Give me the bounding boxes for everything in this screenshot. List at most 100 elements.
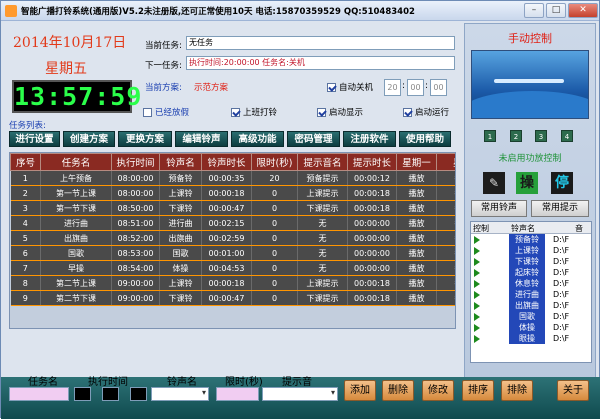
table-cell: 播放 (436, 230, 455, 246)
col-header[interactable]: 铃声名 (159, 153, 202, 171)
checkbox-box[interactable] (403, 107, 412, 117)
chevron-down-icon: ▾ (330, 388, 335, 397)
play-arrow-icon[interactable] (474, 324, 480, 332)
table-cell: 下课提示 (297, 290, 348, 306)
checkbox-box[interactable] (231, 107, 240, 117)
table-row[interactable]: 7早操08:54:00体操00:04:530无00:00:00播放播放 (10, 260, 455, 276)
list-item[interactable]: 下课铃 D:\F (471, 256, 591, 267)
shutdown-hour[interactable]: 20 (384, 79, 401, 96)
table-row[interactable]: 2 第一节上课 08:00:00 上课铃 00:00:18 0 上课提示 00:00:18 播放… (10, 185, 455, 201)
zone-indicator-1[interactable]: 1 (484, 130, 496, 142)
minute-input[interactable] (102, 387, 119, 401)
play-arrow-icon[interactable] (474, 269, 480, 277)
col-header[interactable]: 提示音名 (297, 153, 348, 171)
list-item[interactable]: 起床铃 D:\F (471, 267, 591, 278)
work-bell-checkbox[interactable]: 上班打铃 (231, 106, 277, 118)
task-name-input[interactable] (9, 387, 69, 401)
list-item[interactable]: 出旗曲 D:\F (471, 300, 591, 311)
common-bells-button[interactable]: 常用铃声 (471, 200, 527, 217)
help-button[interactable]: 使用帮助 (399, 131, 451, 147)
play-arrow-icon[interactable] (474, 313, 480, 321)
password-button[interactable]: 密码管理 (287, 131, 340, 147)
window-title: 智能广播打铃系统(通用版)V5.2未注册版,还可正常使用10天 电话:15870… (21, 7, 415, 17)
play-button[interactable]: 操 (516, 172, 538, 194)
table-cell: 第一节上课 (40, 185, 112, 201)
play-arrow-icon[interactable] (474, 247, 480, 255)
col-header[interactable]: 执行时间 (111, 153, 160, 171)
modify-button[interactable]: 修改 (422, 380, 454, 401)
table-cell: 08:00:00 (111, 185, 160, 201)
start-display-checkbox[interactable]: 启动显示 (317, 106, 363, 118)
edit-bells-button[interactable]: 编辑铃声 (175, 131, 228, 147)
list-item[interactable]: 眼操 D:\F (471, 333, 591, 344)
checkbox-box[interactable] (317, 107, 326, 117)
hour-input[interactable] (74, 387, 91, 401)
stop-button[interactable]: 停 (551, 172, 573, 194)
zone-indicator-4[interactable]: 4 (561, 130, 573, 142)
prompt-select[interactable]: ▾ (262, 387, 338, 401)
list-item[interactable]: 预备铃 D:\F (471, 234, 591, 245)
col-header[interactable]: 任务名 (40, 153, 112, 171)
zone-indicator-2[interactable]: 2 (510, 130, 522, 142)
zone-indicator-3[interactable]: 3 (535, 130, 547, 142)
common-prompts-button[interactable]: 常用提示 (531, 200, 589, 217)
list-header-name[interactable]: 铃声名 (511, 223, 535, 234)
col-header[interactable]: 提示时长 (347, 153, 397, 171)
col-header[interactable]: 星期 (436, 153, 455, 171)
table-row[interactable]: 3 第一节下课 08:50:00 下课铃 00:00:47 0 下课提示 00:00:18 播放… (10, 200, 455, 216)
checkbox-box[interactable] (143, 107, 152, 117)
limit-input[interactable] (216, 387, 259, 401)
add-button[interactable]: 添加 (344, 380, 376, 401)
register-button[interactable]: 注册软件 (343, 131, 396, 147)
second-input[interactable] (130, 387, 147, 401)
change-scheme-button[interactable]: 更换方案 (118, 131, 172, 147)
play-arrow-icon[interactable] (474, 335, 480, 343)
start-run-checkbox[interactable]: 启动运行 (403, 106, 449, 118)
table-row[interactable]: 4进行曲08:51:00进行曲00:02:150无00:00:00播放播放 (10, 215, 455, 231)
list-item[interactable]: 休息铃 D:\F (471, 278, 591, 289)
checkbox-box[interactable] (327, 82, 336, 92)
close-button[interactable]: ✕ (568, 3, 598, 18)
shutdown-minute[interactable]: 00 (407, 79, 424, 96)
play-arrow-icon[interactable] (474, 291, 480, 299)
settings-button[interactable]: 进行设置 (9, 131, 60, 147)
pen-icon[interactable]: ✎ (483, 172, 505, 194)
play-arrow-icon[interactable] (474, 280, 480, 288)
col-header[interactable]: 铃声时长 (201, 153, 252, 171)
create-scheme-button[interactable]: 创建方案 (63, 131, 115, 147)
list-header-path[interactable]: 音 (575, 223, 583, 234)
play-arrow-icon[interactable] (474, 258, 480, 266)
bell-name-select[interactable]: ▾ (151, 387, 209, 401)
table-row[interactable]: 1 上午预备 08:00:00 预备铃 00:00:35 20 预备提示 00:00:12 播放… (10, 170, 455, 186)
col-header[interactable]: 限时(秒) (251, 153, 298, 171)
advanced-button[interactable]: 高级功能 (231, 131, 284, 147)
list-item[interactable]: 国歌 D:\F (471, 311, 591, 322)
holiday-checkbox[interactable]: 已经放假 (143, 106, 189, 118)
list-header-control[interactable]: 控制 (473, 223, 489, 234)
delete-button[interactable]: 删除 (382, 380, 414, 401)
auto-shutdown-checkbox[interactable]: 自动关机 (327, 81, 373, 93)
bell-item-name: 休息铃 (509, 278, 545, 289)
title-bar[interactable]: 智能广播打铃系统(通用版)V5.2未注册版,还可正常使用10天 电话:15870… (1, 1, 599, 21)
list-item[interactable]: 体操 D:\F (471, 322, 591, 333)
maximize-button[interactable]: □ (546, 3, 566, 18)
about-button[interactable]: 关于 (557, 380, 589, 401)
table-cell: 00:00:18 (201, 185, 252, 201)
list-item[interactable]: 上课铃 D:\F (471, 245, 591, 256)
shutdown-second[interactable]: 00 (430, 79, 447, 96)
table-row[interactable]: 9 第二节下课 09:00:00 下课铃 00:00:47 0 下课提示 00:00:18 播放… (10, 290, 455, 306)
minimize-button[interactable]: – (524, 3, 544, 18)
table-row[interactable]: 8 第二节上课 09:00:00 上课铃 00:00:18 0 上课提示 00:00:18 播放… (10, 275, 455, 291)
bell-item-path: D:\F (553, 246, 570, 255)
list-item[interactable]: 进行曲 D:\F (471, 289, 591, 300)
table-header: 序号 任务名 执行时间 铃声名 铃声时长 限时(秒) 提示音名 提示时长 星期一… (10, 153, 455, 171)
exclude-button[interactable]: 排除 (501, 380, 533, 401)
play-arrow-icon[interactable] (474, 236, 480, 244)
sort-button[interactable]: 排序 (462, 380, 494, 401)
table-cell: 0 (251, 290, 298, 306)
table-row[interactable]: 5出旗曲08:52:00出旗曲00:02:590无00:00:00播放播放 (10, 230, 455, 246)
table-row[interactable]: 6国歌08:53:00国歌00:01:000无00:00:00播放播放 (10, 245, 455, 261)
col-header[interactable]: 星期一 (396, 153, 437, 171)
col-header[interactable]: 序号 (10, 153, 41, 171)
play-arrow-icon[interactable] (474, 302, 480, 310)
